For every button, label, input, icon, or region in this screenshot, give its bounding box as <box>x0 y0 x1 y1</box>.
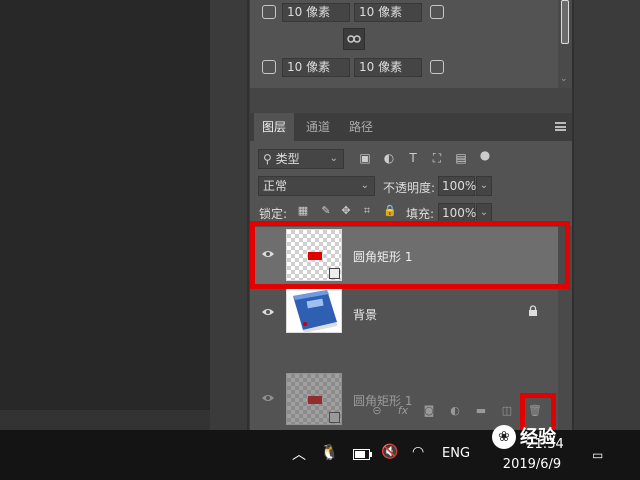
pixel-filter-icon[interactable]: ▣ <box>358 151 372 165</box>
add-mask-icon[interactable]: ◙ <box>422 404 436 418</box>
lock-all-icon[interactable]: 🔒 <box>383 205 397 217</box>
type-filter-icon[interactable]: T <box>406 151 420 165</box>
properties-scrollbar[interactable]: ⌄ <box>558 0 572 88</box>
canvas-lower-band <box>0 410 210 430</box>
panel-gutter <box>210 0 250 430</box>
eye-visibility-icon[interactable] <box>261 307 275 317</box>
tray-app-icon[interactable]: 🐧 <box>320 443 339 461</box>
smart-object-filter-icon[interactable]: ▤ <box>454 151 468 165</box>
battery-icon[interactable] <box>353 449 373 460</box>
corner-radius-top-right-icon <box>430 5 444 19</box>
radius-bottom-left-field[interactable]: 10 像素 <box>282 58 350 77</box>
opacity-dropdown-button[interactable]: ⌄ <box>476 176 492 196</box>
new-group-folder-icon[interactable]: ▬ <box>474 404 488 418</box>
watermark-text: 经验 <box>520 427 556 448</box>
highlight-selected-layer <box>250 221 570 289</box>
new-layer-icon[interactable]: ◫ <box>500 404 514 418</box>
opacity-input[interactable]: 100% <box>438 176 476 196</box>
tab-layers[interactable]: 图层 <box>254 113 295 141</box>
right-dock-strip <box>572 0 640 430</box>
panel-separator <box>250 88 572 113</box>
fill-input[interactable]: 100% <box>438 203 476 223</box>
book-image-thumbnail <box>286 287 342 333</box>
chevron-down-icon: ⌄ <box>360 180 369 191</box>
fill-label: 填充: <box>406 207 435 221</box>
radius-bottom-right-field[interactable]: 10 像素 <box>354 58 422 77</box>
volume-muted-icon[interactable]: 🔇 <box>381 444 398 460</box>
new-adjustment-icon[interactable]: ◐ <box>448 404 462 418</box>
chain-link-icon <box>347 35 361 43</box>
layer-row-background[interactable]: 背景 <box>250 285 558 343</box>
radius-top-right-field[interactable]: 10 像素 <box>354 3 422 22</box>
layer-name[interactable]: 背景 <box>353 306 377 323</box>
scroll-thumb[interactable] <box>561 0 569 44</box>
corner-radius-bottom-right-icon <box>430 60 444 74</box>
filter-toggle-icon[interactable]: ● <box>478 148 492 162</box>
lock-position-icon[interactable]: ✥ <box>340 205 352 217</box>
shape-filter-icon[interactable]: ⛶ <box>430 151 444 165</box>
fill-dropdown-button[interactable]: ⌄ <box>476 203 492 223</box>
lock-artboard-icon[interactable]: ⌗ <box>361 205 373 217</box>
lock-transparency-icon[interactable]: ▦ <box>297 205 309 217</box>
baidu-paw-logo-icon: ❀ <box>492 425 516 449</box>
adjustment-filter-icon[interactable]: ◐ <box>382 151 396 165</box>
chevron-down-icon[interactable]: ⌄ <box>560 74 568 84</box>
radius-top-left-field[interactable]: 10 像素 <box>282 3 350 22</box>
corner-radius-top-left-icon <box>262 5 276 19</box>
panel-menu-icon[interactable] <box>555 122 566 131</box>
layer-style-fx-icon[interactable]: fx <box>396 404 410 418</box>
clock-date[interactable]: 2019/6/9 <box>492 457 572 472</box>
link-radius-button[interactable] <box>343 28 365 50</box>
input-language[interactable]: ENG <box>442 446 470 461</box>
opacity-label: 不透明度: <box>383 181 436 195</box>
corner-radius-bottom-left-icon <box>262 60 276 74</box>
layers-bottom-toolbar: ⊝ fx ◙ ◐ ▬ ◫ 🗑 <box>250 399 558 423</box>
blend-mode-select[interactable]: 正常 ⌄ <box>258 176 375 196</box>
filter-label: 类型 <box>275 152 300 166</box>
search-icon: ⚲ <box>263 152 272 166</box>
layer-filter-select[interactable]: ⚲ 类型 ⌄ <box>258 149 344 169</box>
book-icon <box>293 290 337 332</box>
canvas-area[interactable] <box>0 0 210 430</box>
blend-mode-value: 正常 <box>263 179 288 193</box>
lock-image-pixels-icon[interactable]: ✎ <box>320 205 332 217</box>
chevron-down-icon: ⌄ <box>329 153 338 164</box>
properties-panel: 10 像素 10 像素 10 像素 10 像素 ⌄ <box>250 0 572 88</box>
link-layers-icon[interactable]: ⊝ <box>370 404 384 418</box>
lock-label: 锁定: <box>259 207 288 221</box>
lock-icon <box>529 305 537 316</box>
layers-tabbar: 图层 通道 路径 <box>250 113 572 141</box>
tab-channels[interactable]: 通道 <box>298 113 338 141</box>
chevron-up-icon[interactable]: ︿ <box>292 444 306 464</box>
tab-paths[interactable]: 路径 <box>341 113 381 141</box>
baidu-jingyan-watermark: ❀ 经验 <box>492 423 610 453</box>
wifi-icon[interactable]: ◠ <box>412 444 424 460</box>
